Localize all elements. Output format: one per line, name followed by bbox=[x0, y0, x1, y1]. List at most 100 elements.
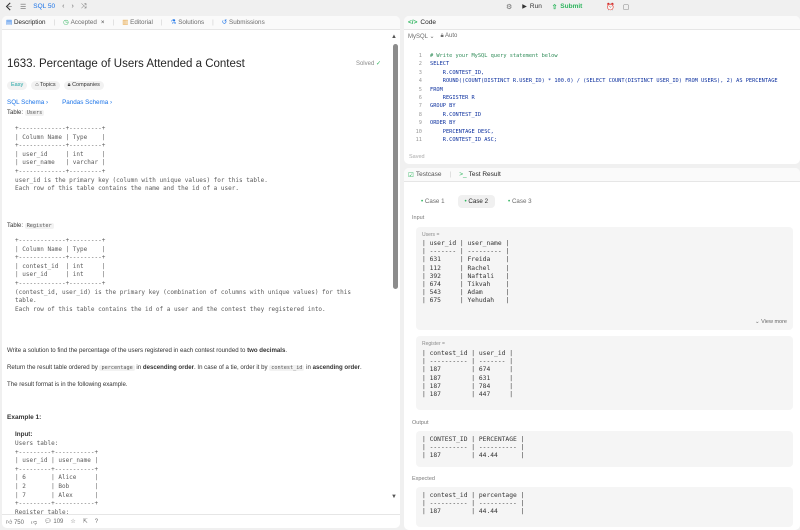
auto-toggle[interactable]: 🔒︎ Auto bbox=[440, 33, 457, 40]
code-header: </> Code bbox=[404, 16, 800, 30]
pass-dot-icon: • bbox=[508, 198, 511, 205]
chevron-down-icon: ⌄ bbox=[429, 33, 435, 40]
task-bold-text: two decimals bbox=[247, 347, 286, 354]
line-number: 8 bbox=[418, 111, 422, 118]
code-line: R.CONTEST_ID ASC; bbox=[430, 137, 497, 143]
description-scrollbar[interactable]: ▲ ▼ bbox=[391, 34, 399, 522]
view-more-button[interactable]: ⌄ View more bbox=[755, 319, 787, 325]
language-select[interactable]: MySQL ⌄ bbox=[408, 33, 434, 40]
notes-icon[interactable]: ▢ bbox=[623, 3, 630, 11]
panel-resize-handle[interactable] bbox=[404, 165, 800, 167]
dislike-button[interactable]: 👎︎ bbox=[31, 518, 37, 526]
code-line: GROUP BY bbox=[430, 103, 456, 110]
result-tabs: ☑ Testcase | >_ Test Result bbox=[404, 168, 800, 182]
solved-status: Solved ✓ bbox=[356, 60, 381, 67]
code-brackets-icon: </> bbox=[408, 19, 418, 26]
share-icon: ⇱ bbox=[82, 519, 88, 525]
code-line: PERCENTAGE DESC, bbox=[430, 128, 494, 135]
line-number: 2 bbox=[418, 61, 422, 68]
pass-dot-icon: • bbox=[464, 198, 467, 205]
register-schema-block: +-------------+---------+ | Column Name … bbox=[15, 237, 351, 313]
case-3-tab[interactable]: • Case 3 bbox=[501, 195, 539, 208]
line-number: 3 bbox=[418, 69, 422, 76]
order-text: Return the result table ordered by bbox=[7, 364, 100, 371]
tab-solutions[interactable]: ⚗ Solutions bbox=[171, 19, 205, 26]
register-input-box: Register = | contest_id | user_id | | --… bbox=[416, 336, 793, 410]
help-button[interactable]: ? bbox=[95, 519, 98, 525]
line-number: 4 bbox=[418, 78, 422, 85]
pandas-schema-link[interactable]: Pandas Schema › bbox=[62, 99, 112, 106]
accepted-icon: ◷ bbox=[63, 19, 69, 26]
case-1-tab[interactable]: • Case 1 bbox=[414, 195, 452, 208]
lock-icon: 🔒︎ bbox=[440, 32, 444, 39]
users-table-heading: Table: Users bbox=[7, 110, 45, 116]
tab-test-result-label: Test Result bbox=[468, 171, 501, 178]
like-count: 750 bbox=[13, 519, 24, 526]
scroll-up-icon[interactable]: ▲ bbox=[391, 34, 397, 40]
order-bold-text: ascending order bbox=[312, 364, 360, 371]
leetcode-logo-icon[interactable] bbox=[5, 2, 13, 11]
tab-separator: | bbox=[160, 19, 163, 26]
favorite-button[interactable]: ☆ bbox=[70, 518, 75, 525]
users-input-box: Users = | user_id | user_name | | ------… bbox=[416, 227, 793, 330]
table-prefix: Table: bbox=[7, 110, 25, 116]
thumbs-down-icon: 👎︎ bbox=[30, 519, 38, 526]
sql-schema-link[interactable]: SQL Schema › bbox=[7, 99, 48, 106]
editor-toolbar: MySQL ⌄ 🔒︎ Auto bbox=[404, 30, 800, 42]
users-table-name: Users bbox=[24, 110, 45, 116]
topics-chip[interactable]: ⌂ Topics bbox=[31, 81, 60, 90]
register-input-table: | contest_id | user_id | | ---------- | … bbox=[422, 350, 513, 399]
task-paragraph: Write a solution to find the percentage … bbox=[7, 347, 287, 354]
problem-list-icon[interactable]: ☰ bbox=[20, 3, 26, 11]
scrollbar-thumb[interactable] bbox=[392, 44, 398, 289]
terminal-icon: >_ bbox=[459, 171, 467, 178]
problem-tags: Easy ⌂ Topics 🔒︎ Companies bbox=[7, 81, 104, 90]
close-icon[interactable]: × bbox=[101, 19, 105, 26]
like-button[interactable]: 👍︎ 750 bbox=[6, 518, 24, 526]
description-content: 1633. Percentage of Users Attended a Con… bbox=[7, 30, 387, 514]
pandas-schema-label: Pandas Schema bbox=[62, 99, 109, 106]
shuffle-icon[interactable]: ⤨ bbox=[81, 3, 87, 11]
tab-accepted[interactable]: ◷ Accepted × bbox=[63, 19, 104, 26]
code-line: SELECT bbox=[430, 61, 450, 68]
companies-chip[interactable]: 🔒︎ Companies bbox=[63, 81, 104, 90]
description-panel: ▤ Description | ◷ Accepted × | ▥ Editorial |… bbox=[2, 16, 400, 528]
flask-icon: ⚗ bbox=[170, 19, 177, 26]
tab-test-result[interactable]: >_ Test Result bbox=[459, 171, 501, 178]
code-line: ORDER BY bbox=[430, 120, 456, 127]
tab-description-label: Description bbox=[13, 19, 46, 26]
case-tabs: • Case 1 • Case 2 • Case 3 bbox=[414, 195, 539, 208]
case-2-tab[interactable]: • Case 2 bbox=[457, 195, 496, 208]
order-text: in bbox=[304, 364, 313, 371]
case-label: Case 1 bbox=[424, 198, 445, 205]
tab-submissions[interactable]: ↺ Submissions bbox=[222, 19, 265, 26]
submit-button[interactable]: ⇧ Submit bbox=[552, 3, 582, 11]
problem-list-label[interactable]: SQL 50 bbox=[33, 3, 55, 10]
run-button[interactable]: ▶ Run bbox=[522, 3, 542, 10]
tab-testcase[interactable]: ☑ Testcase bbox=[408, 171, 441, 179]
timer-icon[interactable]: ⏰ bbox=[606, 3, 615, 11]
tab-submissions-label: Submissions bbox=[229, 19, 265, 26]
prev-problem-icon[interactable]: ‹ bbox=[62, 3, 64, 10]
share-button[interactable]: ⇱ bbox=[83, 518, 88, 525]
code-line: R.CONTEST_ID, bbox=[430, 69, 485, 76]
saved-status: Saved bbox=[409, 154, 425, 160]
comments-button[interactable]: 💬︎ 109 bbox=[44, 518, 63, 525]
code-line: REGISTER R bbox=[430, 95, 475, 101]
expected-label: Expected bbox=[412, 476, 435, 482]
code-header-label: Code bbox=[420, 19, 436, 26]
scroll-down-icon[interactable]: ▼ bbox=[391, 494, 397, 500]
upload-icon: ⇧ bbox=[551, 3, 558, 11]
debug-icon[interactable]: ⚙ bbox=[506, 3, 512, 11]
code-line: # Write your MySQL query statement below bbox=[430, 53, 558, 59]
tab-editorial[interactable]: ▥ Editorial bbox=[122, 19, 153, 26]
users-schema-block: +-------------+---------+ | Column Name … bbox=[15, 125, 268, 193]
description-footer: 👍︎ 750 👎︎ 💬︎ 109 ☆ ⇱ ? bbox=[2, 514, 400, 528]
tab-separator: | bbox=[212, 19, 214, 26]
task-text: Write a solution to find the percentage … bbox=[7, 347, 248, 354]
tab-description[interactable]: ▤ Description bbox=[6, 19, 45, 26]
next-problem-icon[interactable]: › bbox=[71, 3, 73, 10]
comment-icon: 💬︎ bbox=[44, 519, 52, 525]
thumbs-up-icon: 👍︎ bbox=[6, 519, 13, 526]
example-input-block: Users table: +---------+-----------+ | u… bbox=[15, 440, 99, 514]
